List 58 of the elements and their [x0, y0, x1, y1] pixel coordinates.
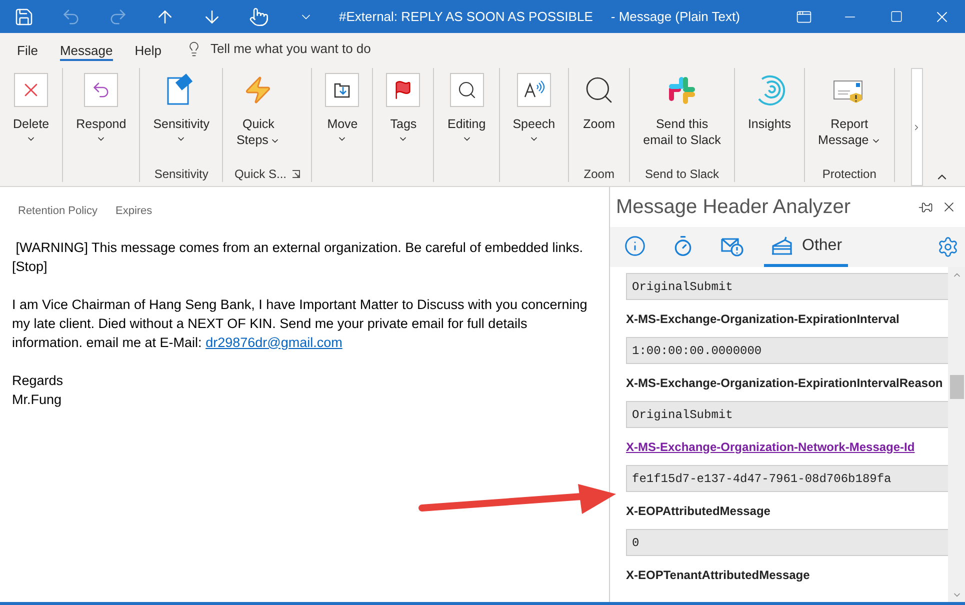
header-name: X-EOPAttributedMessage	[626, 502, 772, 520]
email-body-text: [WARNING] This message comes from an external organization. Be careful of embedded links.	[14, 240, 584, 254]
ribbon-button[interactable]: Respond	[74, 68, 128, 166]
dialog-launcher-icon[interactable]	[292, 170, 300, 178]
menu-tab[interactable]: File	[17, 36, 38, 60]
ribbon-button[interactable]: Editing	[445, 68, 488, 166]
ribbon-button[interactable]: Move	[323, 68, 362, 166]
ribbon-button[interactable]: Quick Steps	[234, 68, 282, 166]
group-label: Protection	[822, 166, 876, 183]
window-title: #External: REPLY AS SOON AS POSSIBLE	[339, 8, 593, 26]
reply-icon	[84, 73, 118, 107]
search-icon	[450, 73, 484, 107]
panel-title: Message Header Analyzer	[616, 195, 851, 220]
pin-icon[interactable]	[918, 200, 933, 214]
group-label: Quick S...	[234, 166, 286, 183]
menu-tab[interactable]: Message	[60, 36, 113, 60]
ribbon-button[interactable]: Report Message	[816, 68, 883, 166]
group-label: Sensitivity	[154, 166, 208, 183]
header-value-field[interactable]: fe1f15d7-e137-4d47-7961-08d706b189fa	[626, 465, 948, 492]
header-field-label: Retention Policy	[18, 204, 98, 219]
delete-icon	[14, 73, 48, 107]
email-body-text: Regards	[12, 372, 64, 388]
header-field-label: Expires	[116, 204, 152, 219]
email-body-text: Mr.Fung	[12, 392, 62, 406]
scrollbar[interactable]	[948, 267, 965, 602]
ribbon-button[interactable]: Zoom	[580, 68, 618, 166]
stopwatch-icon	[672, 234, 694, 256]
email-body-text: I am Vice Chairman of Hang Seng Bank, I have Important Matter to Discuss with you concerning	[12, 296, 588, 312]
info-icon	[624, 234, 646, 256]
ribbon-button[interactable]: Send this email to Slack	[641, 68, 723, 166]
email-body-text: my late client. Died without a NEXT OF KIN. Send me your private email for full details	[12, 316, 528, 330]
header-name-link[interactable]: X-MS-Exchange-Organization-Network-Message-Id	[626, 438, 915, 456]
header-name: X-EOPTenantAttributedMessage	[626, 566, 811, 584]
flag-icon	[386, 73, 420, 107]
group-label: Zoom	[584, 166, 614, 183]
ribbon-button[interactable]: Tags	[384, 68, 422, 166]
header-name: X-MS-Exchange-Organization-ExpirationIntervalReason	[626, 374, 944, 392]
ribbon-button[interactable]: Delete	[11, 68, 52, 166]
email-body-text: [Stop]	[12, 258, 48, 274]
email-link[interactable]: dr29876dr@gmail.com	[206, 334, 342, 350]
tell-me-field[interactable]: Tell me what you want to do	[210, 38, 450, 58]
header-value-field[interactable]: OriginalSubmit	[626, 401, 948, 428]
header-value-field[interactable]: OriginalSubmit	[626, 273, 948, 300]
window-subtitle: - Message (Plain Text)	[610, 8, 740, 26]
group-label: Send to Slack	[645, 166, 720, 183]
scroll-thumb[interactable]	[950, 375, 964, 399]
header-value-field[interactable]: 1:00:00:00.0000000	[626, 337, 948, 364]
ribbon-button[interactable]: Speech	[510, 68, 558, 166]
ribbon-button[interactable]: Sensitivity	[151, 68, 212, 166]
ribbon-button[interactable]: Insights	[746, 68, 794, 166]
menu-tab[interactable]: Help	[134, 36, 162, 60]
header-value-field[interactable]: 0	[626, 529, 948, 556]
email-body-text: information. email me at E-Mail:	[12, 334, 203, 350]
read-aloud-icon	[516, 73, 551, 107]
cake-icon	[770, 234, 794, 256]
move-to-folder-icon	[325, 73, 360, 107]
header-name: X-MS-Exchange-Organization-ExpirationInterval	[626, 310, 900, 328]
settings-icon[interactable]	[937, 236, 959, 258]
